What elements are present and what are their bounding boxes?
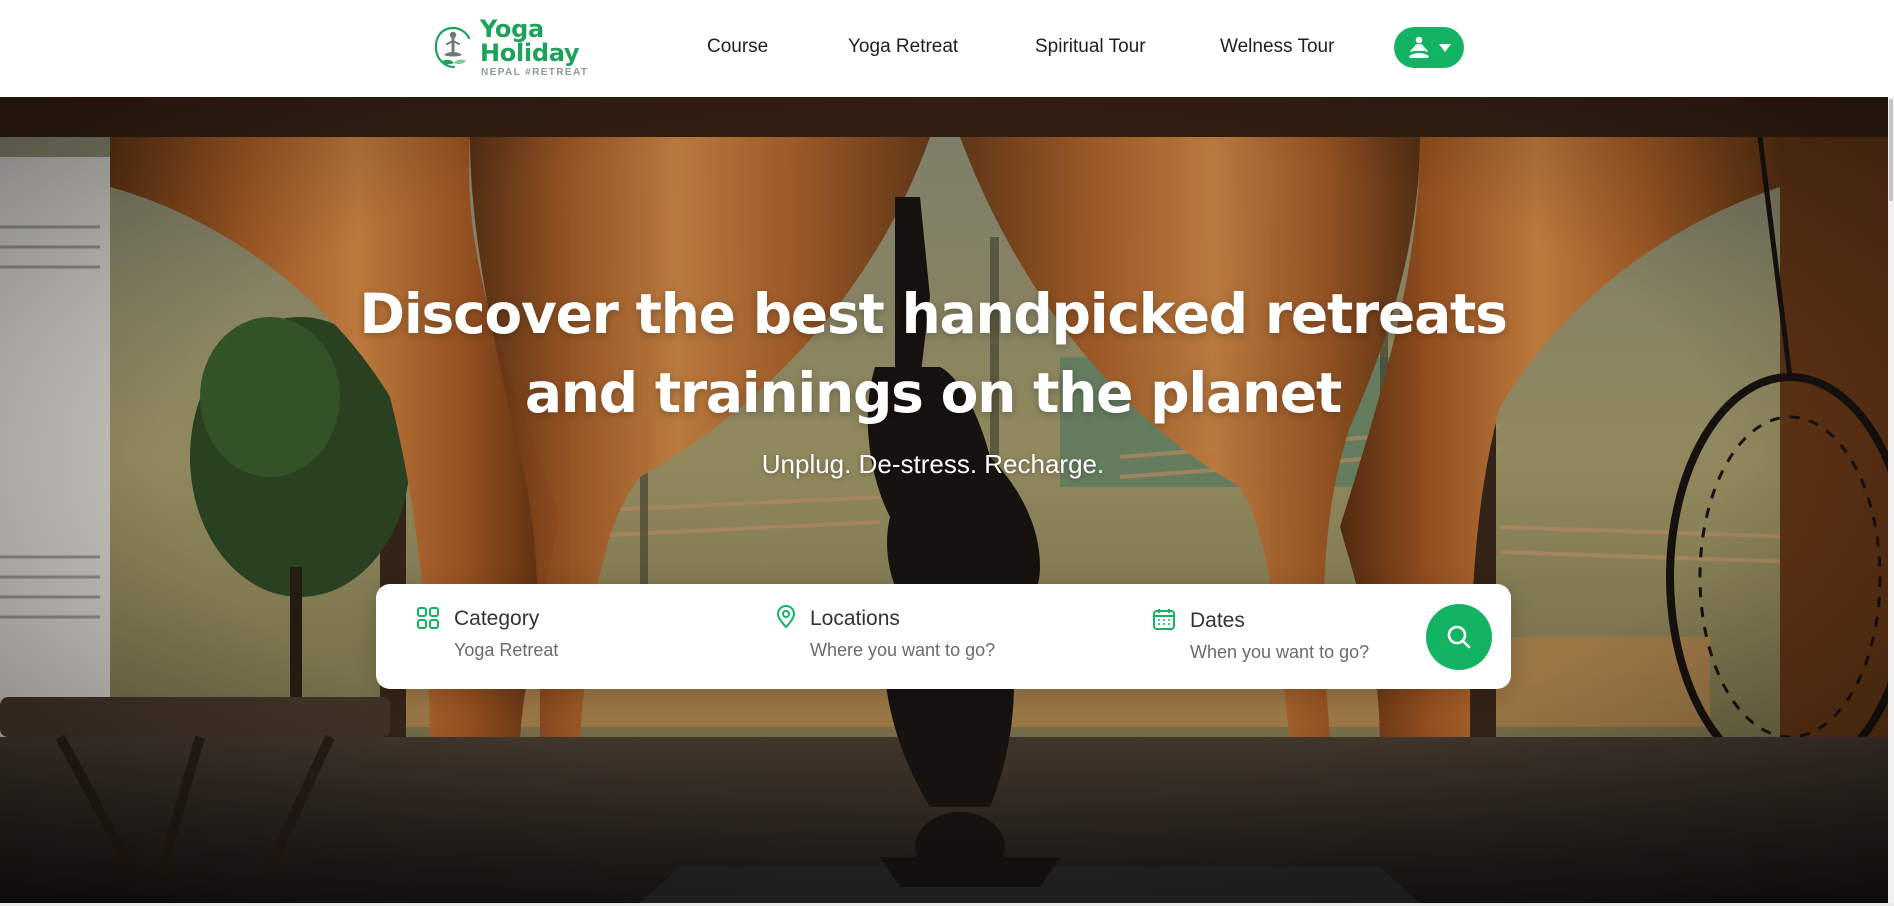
- hero-background-image: [0, 97, 1888, 903]
- grid-icon: [417, 607, 439, 629]
- scrollbar-track[interactable]: [1888, 97, 1894, 906]
- nav-link-course[interactable]: Course: [707, 36, 768, 58]
- hero-title: Discover the best handpicked retreats an…: [359, 282, 1507, 425]
- map-pin-icon: [776, 605, 796, 629]
- dates-label: Dates: [1190, 609, 1245, 632]
- nav-link-welness-tour[interactable]: Welness Tour: [1220, 36, 1334, 58]
- location-label: Locations: [810, 607, 900, 630]
- user-menu-button[interactable]: [1394, 27, 1464, 68]
- scrollbar-thumb[interactable]: [1889, 99, 1893, 201]
- caret-down-icon: [1439, 43, 1451, 52]
- dates-field[interactable]: Dates When you want to go?: [1152, 584, 1392, 689]
- location-input: Where you want to go?: [810, 640, 996, 660]
- category-value: Yoga Retreat: [454, 640, 559, 660]
- site-header: Yoga Holiday NEPAL #RETREAT Course Yoga …: [0, 0, 1894, 97]
- category-label: Category: [454, 607, 540, 630]
- brand-tagline: NEPAL #RETREAT: [481, 66, 589, 78]
- hero-section: Discover the best handpicked retreats an…: [0, 97, 1888, 903]
- dates-input: When you want to go?: [1190, 642, 1370, 662]
- search-bar: Category Yoga Retreat Locations Where yo…: [376, 584, 1511, 689]
- meditation-user-icon: [1409, 36, 1429, 58]
- search-icon: [1447, 625, 1471, 649]
- brand-logo[interactable]: Yoga Holiday NEPAL #RETREAT: [432, 17, 638, 77]
- brand-name: Yoga Holiday: [480, 14, 580, 67]
- calendar-icon: [1153, 609, 1175, 630]
- yoga-logo-icon: [434, 26, 471, 69]
- category-field[interactable]: Category Yoga Retreat: [396, 584, 736, 689]
- nav-link-yoga-retreat[interactable]: Yoga Retreat: [848, 36, 958, 58]
- nav-link-spiritual-tour[interactable]: Spiritual Tour: [1035, 36, 1146, 58]
- search-button[interactable]: [1426, 604, 1492, 670]
- location-field[interactable]: Locations Where you want to go?: [774, 584, 1114, 689]
- hero-subtitle: Unplug. De-stress. Recharge.: [761, 449, 1105, 479]
